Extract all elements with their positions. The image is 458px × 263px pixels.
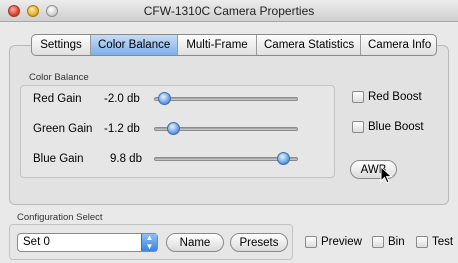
tab-multi-frame[interactable]: Multi-Frame (178, 35, 257, 55)
green-gain-value: -1.2 db (104, 123, 140, 135)
red-gain-value: -2.0 db (104, 93, 140, 105)
window-title: CFW-1310C Camera Properties (143, 4, 315, 18)
blue-gain-value: 9.8 db (110, 153, 142, 165)
configuration-select-label: Configuration Select (17, 212, 103, 223)
name-button[interactable]: Name (166, 233, 224, 252)
select-arrows-icon[interactable]: ▲ ▼ (141, 233, 157, 251)
tab-settings[interactable]: Settings (32, 35, 91, 55)
blue-gain-label: Blue Gain (33, 153, 84, 165)
red-boost-checkbox-box[interactable] (352, 91, 364, 103)
red-gain-slider-knob[interactable] (157, 92, 171, 105)
tab-color-balance[interactable]: Color Balance (91, 35, 178, 55)
test-checkbox[interactable]: Test (416, 236, 453, 248)
camera-properties-window: CFW-1310C Camera Properties Settings Col… (0, 0, 458, 263)
green-gain-slider-knob[interactable] (167, 122, 181, 135)
red-gain-slider[interactable] (154, 97, 298, 101)
preview-checkbox-box[interactable] (305, 236, 317, 248)
test-label: Test (432, 236, 454, 248)
blue-boost-label: Blue Boost (368, 121, 424, 133)
bin-label: Bin (388, 236, 405, 248)
configuration-selected-value: Set 0 (23, 236, 50, 248)
red-gain-label: Red Gain (33, 93, 82, 105)
mouse-pointer-icon (380, 166, 393, 184)
preview-label: Preview (321, 236, 362, 248)
blue-boost-checkbox-box[interactable] (352, 121, 364, 133)
blue-boost-checkbox[interactable]: Blue Boost (352, 121, 424, 133)
tab-camera-statistics[interactable]: Camera Statistics (257, 35, 361, 55)
bin-checkbox[interactable]: Bin (372, 236, 405, 248)
test-checkbox-box[interactable] (416, 236, 428, 248)
green-gain-label: Green Gain (33, 123, 93, 135)
red-boost-label: Red Boost (368, 91, 422, 103)
presets-button[interactable]: Presets (230, 233, 288, 252)
red-boost-checkbox[interactable]: Red Boost (352, 91, 422, 103)
tab-camera-info[interactable]: Camera Info (361, 35, 436, 55)
tab-bar: Settings Color Balance Multi-Frame Camer… (31, 34, 437, 56)
bin-checkbox-box[interactable] (372, 236, 384, 248)
title-bar[interactable]: CFW-1310C Camera Properties (0, 0, 458, 22)
configuration-select-dropdown[interactable]: Set 0 ▲ ▼ (17, 233, 158, 252)
preview-checkbox[interactable]: Preview (305, 236, 362, 248)
color-balance-group-label: Color Balance (29, 72, 89, 83)
